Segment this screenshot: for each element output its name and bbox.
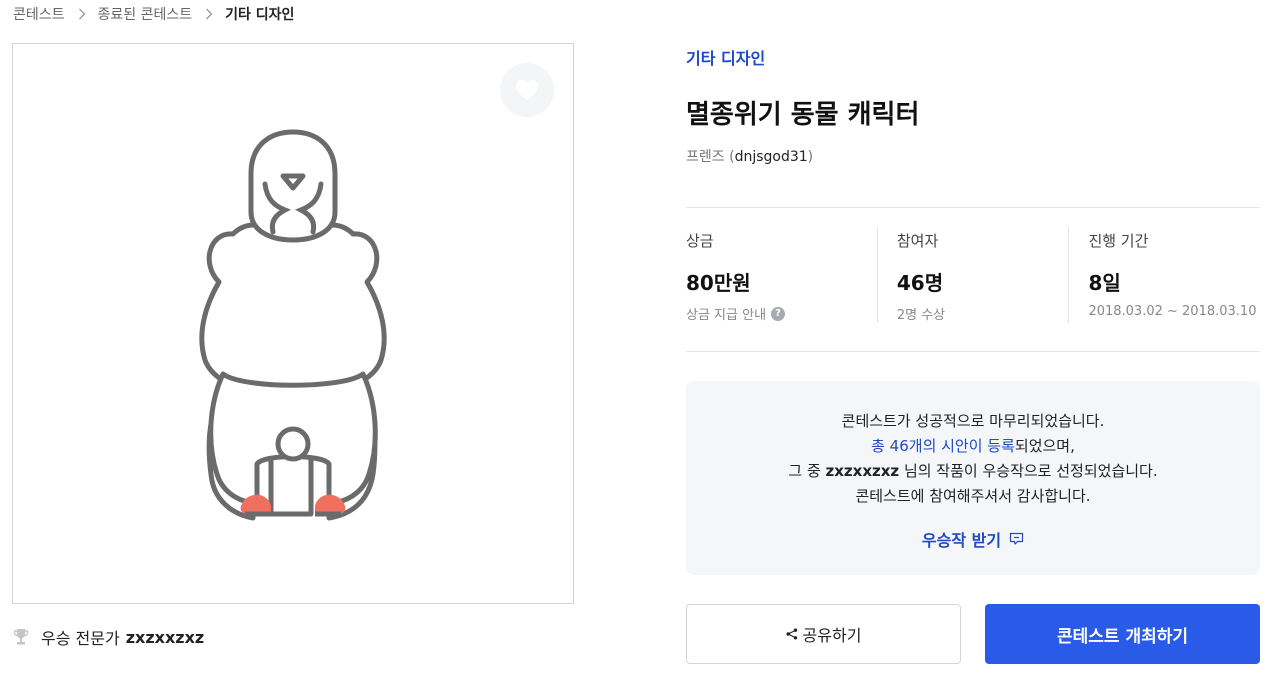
divider-bottom — [686, 351, 1260, 352]
message-icon — [1009, 532, 1024, 546]
winner-info: 우승 전문가 zxzxxzxz — [13, 625, 204, 649]
share-icon — [786, 628, 798, 640]
winning-artwork-image[interactable] — [12, 43, 574, 604]
notice-line-2: 총 46개의 시안이 등록되었으며, — [686, 437, 1260, 462]
stat-participants: 참여자 46명 2명 수상 — [876, 227, 1069, 323]
stat-period: 진행 기간 8일 2018.03.02 ~ 2018.03.10 — [1068, 227, 1260, 323]
winner-label: 우승 전문가 — [41, 629, 120, 648]
breadcrumb-ended-contests[interactable]: 종료된 콘테스트 — [98, 4, 193, 24]
stat-period-sub: 2018.03.02 ~ 2018.03.10 — [1088, 304, 1257, 319]
contest-result-notice: 콘테스트가 성공적으로 마무리되었습니다. 총 46개의 시안이 등록되었으며,… — [686, 381, 1260, 575]
contest-category[interactable]: 기타 디자인 — [686, 45, 765, 69]
help-icon[interactable]: ? — [771, 306, 786, 321]
host-name: 프렌즈 — [686, 149, 725, 165]
host-contest-label: 콘테스트 개최하기 — [1056, 626, 1189, 647]
stat-prize-sub[interactable]: 상금 지급 안내 ? — [686, 304, 877, 323]
breadcrumb: 콘테스트 종료된 콘테스트 기타 디자인 — [13, 4, 294, 24]
stat-period-value: 8일 — [1088, 271, 1121, 295]
notice-line-3-suffix: 님의 작품이 우승작으로 선정되었습니다. — [903, 462, 1158, 480]
share-button[interactable]: 공유하기 — [686, 604, 961, 664]
stat-participants-sub: 2명 수상 — [896, 308, 946, 323]
notice-line-2-rest: 되었으며, — [1014, 437, 1075, 455]
share-label: 공유하기 — [802, 626, 862, 645]
receive-label: 우승작 받기 — [921, 531, 1002, 550]
like-button[interactable] — [500, 63, 554, 117]
notice-line-3-prefix: 그 중 — [788, 462, 821, 480]
contest-stats: 상금 80만원 상금 지급 안내 ? 참여자 46명 2명 수상 진행 기간 8… — [686, 227, 1260, 323]
stat-prize-label: 상금 — [686, 232, 714, 250]
stat-prize-value: 80만원 — [686, 271, 751, 295]
receive-winning-work-button[interactable]: 우승작 받기 — [922, 527, 1024, 551]
prize-guide-text[interactable]: 상금 지급 안내 — [686, 304, 766, 323]
contest-host: 프렌즈 (dnjsgod31) — [686, 146, 813, 166]
host-contest-button[interactable]: 콘테스트 개최하기 — [985, 604, 1260, 664]
notice-winner-id: zxzxxzxz — [825, 462, 900, 480]
chevron-right-icon — [205, 8, 213, 20]
stat-prize: 상금 80만원 상금 지급 안내 ? — [686, 227, 877, 323]
trophy-icon — [13, 628, 29, 646]
divider-top — [686, 207, 1260, 208]
notice-line-1: 콘테스트가 성공적으로 마무리되었습니다. — [841, 412, 1105, 430]
stat-participants-label: 참여자 — [896, 232, 939, 250]
host-id: dnjsgod31 — [734, 149, 808, 165]
chevron-right-icon — [78, 8, 86, 20]
contest-title: 멸종위기 동물 캐릭터 — [686, 100, 920, 130]
bear-character-artwork — [199, 129, 387, 521]
heart-icon — [515, 79, 539, 101]
stat-participants-value: 46명 — [896, 271, 944, 295]
breadcrumb-current[interactable]: 기타 디자인 — [225, 4, 294, 24]
breadcrumb-contest[interactable]: 콘테스트 — [13, 4, 65, 24]
submission-count-link[interactable]: 총 46개의 시안이 등록 — [871, 437, 1015, 455]
notice-line-3: 그 중 zxzxxzxz 님의 작품이 우승작으로 선정되었습니다. — [686, 462, 1260, 487]
stat-period-label: 진행 기간 — [1088, 232, 1149, 250]
host-close-paren: ) — [807, 149, 814, 165]
notice-line-4: 콘테스트에 참여해주셔서 감사합니다. — [855, 487, 1091, 505]
winner-name[interactable]: zxzxxzxz — [126, 628, 205, 647]
